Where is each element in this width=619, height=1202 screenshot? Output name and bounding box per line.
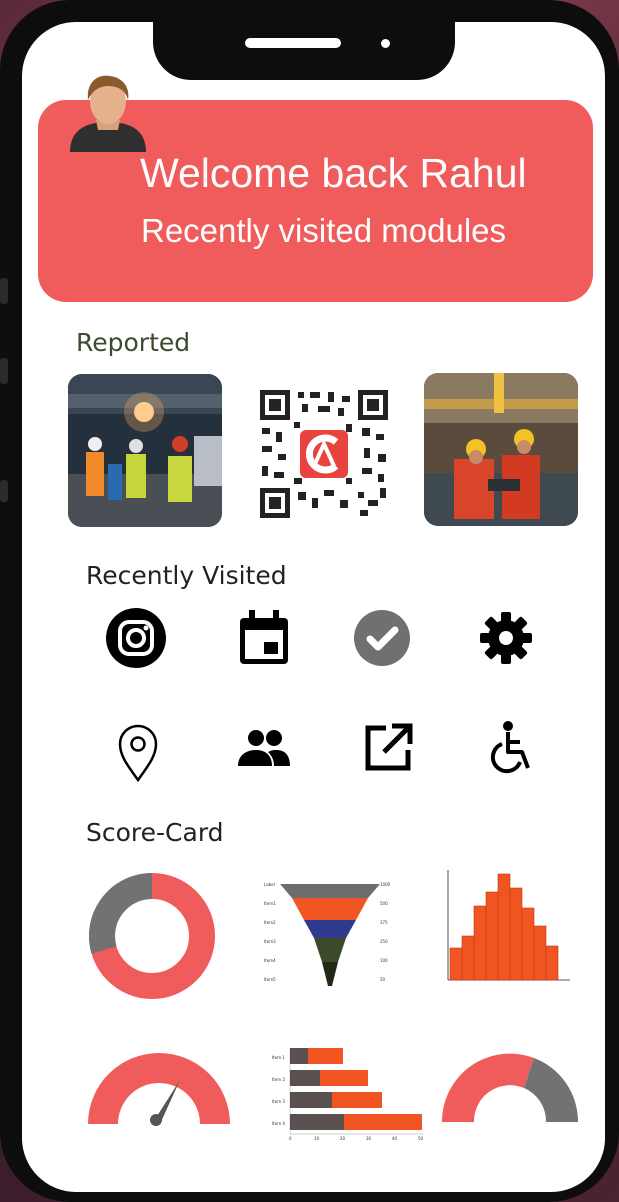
score-card-title: Score-Card <box>86 818 224 847</box>
notch <box>153 0 455 80</box>
reported-photo-factory[interactable] <box>424 373 578 526</box>
svg-text:500: 500 <box>380 901 388 906</box>
histogram-chart[interactable] <box>440 866 574 990</box>
stacked-bar-chart[interactable]: Item 1 Item 2 Item 3 Item 4 0 10 20 30 40 50 <box>268 1044 428 1144</box>
svg-text:Item 1: Item 1 <box>272 1055 285 1060</box>
welcome-text: Welcome back Rahul <box>140 150 527 196</box>
people-icon[interactable] <box>232 716 296 780</box>
svg-text:Label: Label <box>264 882 275 887</box>
camera <box>381 39 390 48</box>
svg-text:100: 100 <box>380 958 388 963</box>
svg-text:Item5: Item5 <box>264 977 276 982</box>
svg-text:30: 30 <box>366 1136 372 1141</box>
svg-text:Item2: Item2 <box>264 920 276 925</box>
svg-text:10: 10 <box>314 1136 320 1141</box>
funnel-chart[interactable]: Label Item1 Item2 Item3 Item4 Item5 1000 500 3… <box>258 876 404 990</box>
half-donut-chart[interactable] <box>440 1050 580 1124</box>
qr-code[interactable] <box>258 388 390 520</box>
wheelchair-icon[interactable] <box>478 716 542 780</box>
donut-chart[interactable] <box>86 870 218 1002</box>
svg-text:Item 2: Item 2 <box>272 1077 285 1082</box>
external-link-icon[interactable] <box>356 716 420 780</box>
avatar[interactable] <box>66 70 150 152</box>
svg-text:0: 0 <box>289 1136 292 1141</box>
recently-visited-title: Recently Visited <box>86 561 287 590</box>
svg-text:Item1: Item1 <box>264 901 276 906</box>
svg-text:50: 50 <box>418 1136 424 1141</box>
svg-text:50: 50 <box>380 977 386 982</box>
svg-text:Item 3: Item 3 <box>272 1099 285 1104</box>
svg-text:250: 250 <box>380 939 388 944</box>
gear-icon[interactable] <box>474 606 538 670</box>
svg-text:375: 375 <box>380 920 388 925</box>
calendar-icon[interactable] <box>232 606 296 670</box>
map-pin-icon[interactable] <box>106 720 170 784</box>
reported-photo-night-work[interactable] <box>68 374 222 527</box>
svg-text:Item4: Item4 <box>264 958 276 963</box>
volume-up-button <box>0 358 8 384</box>
instagram-icon[interactable] <box>104 606 168 670</box>
svg-text:Item3: Item3 <box>264 939 276 944</box>
banner-subtitle: Recently visited modules <box>141 212 506 249</box>
check-circle-icon[interactable] <box>350 606 414 670</box>
mute-switch <box>0 278 8 304</box>
svg-text:Item 4: Item 4 <box>272 1121 285 1126</box>
volume-down-button <box>0 480 8 502</box>
reported-title: Reported <box>76 328 191 357</box>
svg-text:1000: 1000 <box>380 882 391 887</box>
svg-text:20: 20 <box>340 1136 346 1141</box>
gauge-chart[interactable] <box>84 1046 234 1128</box>
speaker <box>245 38 341 48</box>
svg-text:40: 40 <box>392 1136 398 1141</box>
